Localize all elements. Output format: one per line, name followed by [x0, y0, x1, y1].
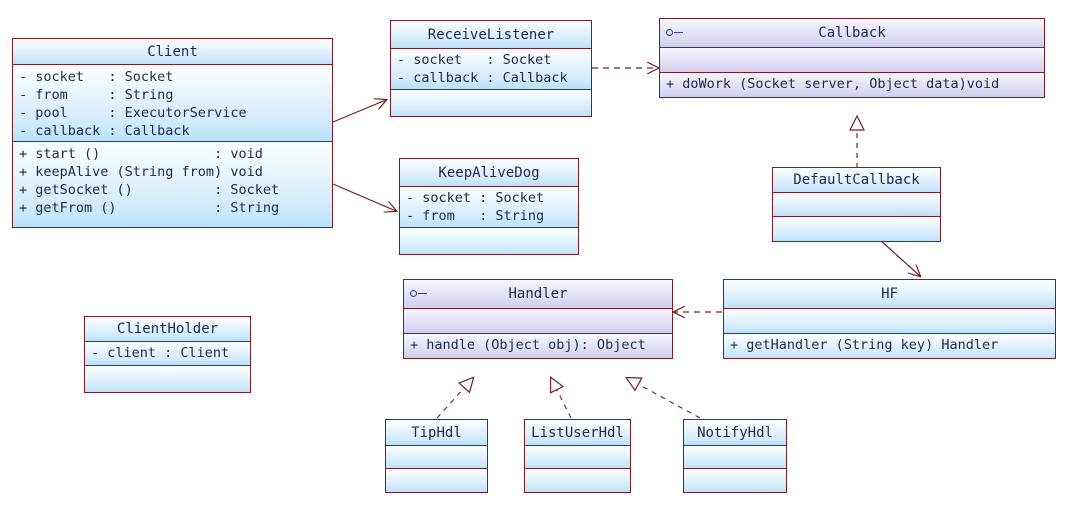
attribute-row: - socket : Socket	[406, 190, 545, 207]
class-name-handler: Handler	[508, 286, 568, 302]
class-title-notifyhdl: NotifyHdl	[684, 420, 786, 446]
operation-row: + start () : void	[19, 146, 263, 163]
class-operations-keepalivedog	[400, 228, 578, 254]
attribute-row: - socket : Socket	[19, 69, 174, 86]
class-title-client: Client	[13, 39, 332, 65]
attribute-row: - from : String	[19, 87, 174, 104]
class-attributes-tiphdl	[386, 446, 487, 469]
class-attributes-client: - socket : Socket - from : String - pool…	[13, 65, 332, 142]
class-attributes-hf	[724, 309, 1055, 334]
class-box-defaultcallback[interactable]: DefaultCallback	[772, 167, 941, 242]
class-operations-notifyhdl	[684, 469, 786, 492]
class-box-hf[interactable]: HF + getHandler (String key) Handler	[723, 279, 1056, 359]
class-attributes-keepalivedog: - socket : Socket - from : String	[400, 187, 578, 228]
class-attributes-listuserhdl	[525, 446, 630, 469]
operation-row: + getFrom () : String	[19, 200, 280, 217]
edge-defaultcallback-to-hf	[879, 239, 920, 276]
attribute-row: - callback : Callback	[397, 70, 568, 87]
class-name-clientholder: ClientHolder	[116, 321, 219, 337]
class-box-clientholder[interactable]: ClientHolder - client : Client	[84, 316, 251, 393]
uml-diagram-canvas: Client - socket : Socket - from : String…	[0, 0, 1072, 510]
class-title-tiphdl: TipHdl	[386, 420, 487, 446]
class-name-callback: Callback	[818, 25, 886, 41]
class-name-defaultcallback: DefaultCallback	[793, 172, 920, 188]
class-name-notifyhdl: NotifyHdl	[697, 424, 773, 441]
attribute-row: - pool : ExecutorService	[19, 105, 247, 122]
class-operations-hf: + getHandler (String key) Handler	[724, 334, 1055, 358]
class-title-handler: Handler	[404, 280, 672, 309]
class-title-hf: HF	[724, 280, 1055, 309]
class-attributes-callback	[660, 48, 1044, 73]
class-operations-receivelistener	[391, 90, 591, 116]
class-box-notifyhdl[interactable]: NotifyHdl	[683, 419, 787, 493]
class-box-callback[interactable]: Callback + doWork (Socket server, Object…	[659, 18, 1045, 98]
class-box-keepalivedog[interactable]: KeepAliveDog - socket : Socket - from : …	[399, 158, 579, 255]
class-name-tiphdl: TipHdl	[411, 424, 462, 441]
interface-lollipop-icon	[666, 28, 686, 38]
operation-row: + doWork (Socket server, Object data)voi…	[666, 76, 1000, 93]
class-operations-listuserhdl	[525, 469, 630, 492]
attribute-row: - callback : Callback	[19, 123, 190, 140]
class-attributes-defaultcallback	[773, 193, 940, 217]
class-box-listuserhdl[interactable]: ListUserHdl	[524, 419, 631, 493]
class-attributes-receivelistener: - socket : Socket - callback : Callback	[391, 49, 591, 90]
class-name-hf: HF	[881, 286, 898, 302]
class-name-listuserhdl: ListUserHdl	[531, 424, 624, 441]
class-attributes-handler	[404, 309, 672, 334]
class-title-listuserhdl: ListUserHdl	[525, 420, 630, 446]
class-operations-client: + start () : void + keepAlive (String fr…	[13, 142, 332, 227]
class-operations-defaultcallback	[773, 217, 940, 241]
class-title-receivelistener: ReceiveListener	[391, 21, 591, 49]
attribute-row: - socket : Socket	[397, 52, 552, 69]
class-box-client[interactable]: Client - socket : Socket - from : String…	[12, 38, 333, 228]
operation-row: + getSocket () : Socket	[19, 182, 280, 199]
operation-row: + handle (Object obj): Object	[410, 337, 646, 354]
class-name-keepalivedog: KeepAliveDog	[438, 164, 540, 181]
class-box-receivelistener[interactable]: ReceiveListener - socket : Socket - call…	[390, 20, 592, 117]
class-attributes-clientholder: - client : Client	[85, 342, 250, 366]
edge-notifyhdl-to-handler	[627, 378, 701, 419]
class-box-handler[interactable]: Handler + handle (Object obj): Object	[403, 279, 673, 359]
class-title-clientholder: ClientHolder	[85, 317, 250, 342]
attribute-row: - client : Client	[91, 345, 230, 362]
class-title-keepalivedog: KeepAliveDog	[400, 159, 578, 187]
class-operations-handler: + handle (Object obj): Object	[404, 334, 672, 358]
operation-row: + keepAlive (String from) void	[19, 164, 263, 181]
class-title-callback: Callback	[660, 19, 1044, 48]
interface-lollipop-icon	[410, 289, 430, 299]
operation-row: + getHandler (String key) Handler	[730, 337, 999, 354]
attribute-row: - from : String	[406, 208, 545, 225]
class-box-tiphdl[interactable]: TipHdl	[385, 419, 488, 493]
edge-client-to-keepalivedog	[332, 183, 396, 211]
edge-listuserhdl-to-handler	[551, 378, 572, 419]
class-name-client: Client	[147, 43, 198, 60]
class-operations-tiphdl	[386, 469, 487, 492]
class-operations-callback: + doWork (Socket server, Object data)voi…	[660, 73, 1044, 97]
class-title-defaultcallback: DefaultCallback	[773, 168, 940, 193]
class-name-receivelistener: ReceiveListener	[427, 26, 555, 43]
class-attributes-notifyhdl	[684, 446, 786, 469]
edge-tiphdl-to-handler	[436, 378, 473, 419]
class-operations-clientholder	[85, 366, 250, 392]
edge-client-to-receivelistener	[332, 100, 386, 123]
